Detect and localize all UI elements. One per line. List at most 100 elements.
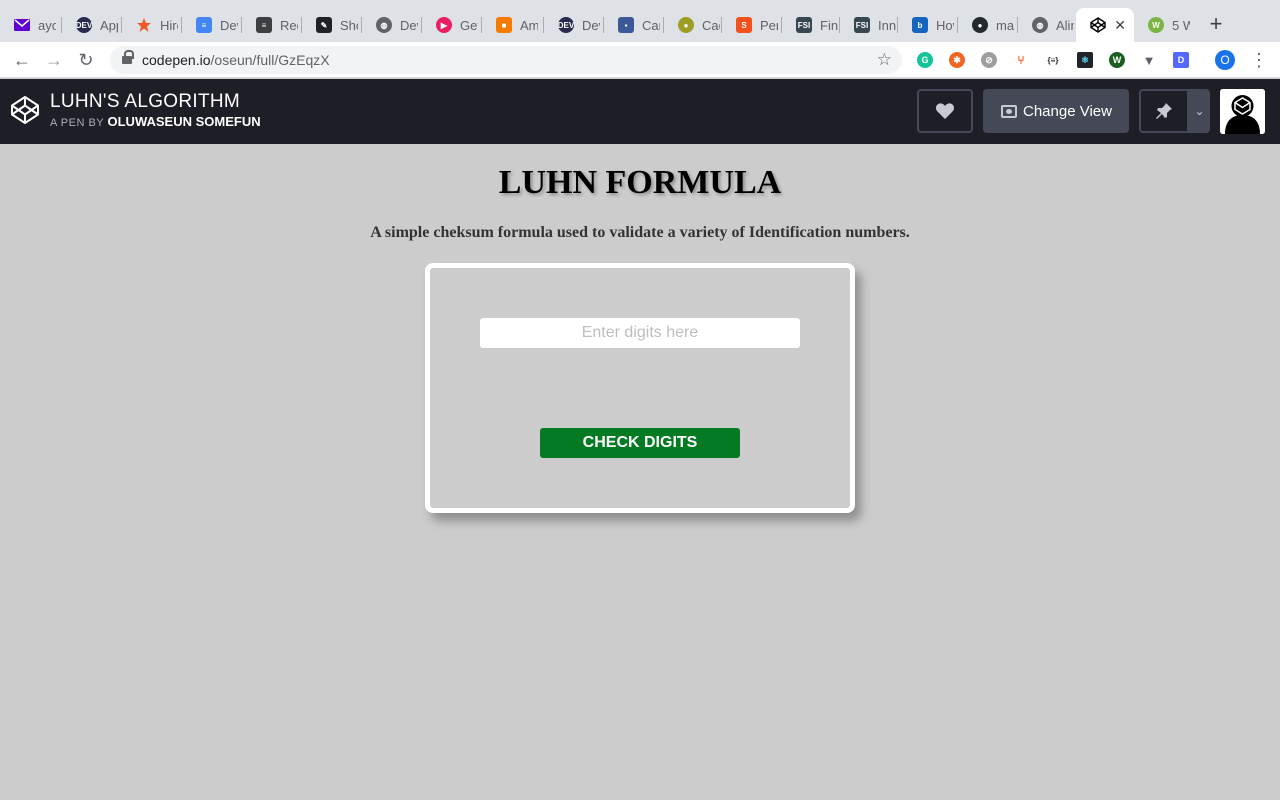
browser-menu-icon[interactable]: ⋮ [1250, 50, 1268, 70]
browser-tab[interactable]: ● Cac [664, 8, 722, 42]
browser-tab[interactable]: FSI Fin [782, 8, 840, 42]
browser-tab[interactable]: Hire [122, 8, 182, 42]
pin-button[interactable] [1139, 89, 1189, 133]
lock-icon [122, 50, 134, 66]
new-tab-button[interactable]: + [1206, 13, 1226, 35]
browser-tab[interactable]: ≡ Dev [182, 8, 242, 42]
tab-title: ma [996, 17, 1014, 33]
browser-tab[interactable]: ≡ Red [242, 8, 302, 42]
tab-title: Fin [820, 17, 838, 33]
heart-icon [935, 103, 955, 119]
tab-title: Hire [160, 17, 178, 33]
w-icon: W [1148, 17, 1164, 33]
browser-tab[interactable]: ✎ Sho [302, 8, 362, 42]
git-icon[interactable]: ⑂ [1013, 52, 1029, 68]
browser-tab-active[interactable]: ✕ [1076, 8, 1134, 42]
d-icon[interactable]: D [1173, 52, 1189, 68]
extension-orange-icon[interactable]: ✱ [949, 52, 965, 68]
browser-tab[interactable]: ▪ Car [604, 8, 664, 42]
compass-icon[interactable]: ⊘ [981, 52, 997, 68]
star-icon [136, 17, 152, 33]
pin-dropdown-chevron-icon[interactable]: ⌄ [1189, 89, 1210, 133]
mail-icon [14, 17, 30, 33]
browser-tab[interactable]: DEV App [62, 8, 122, 42]
tab-title: 5 W [1172, 17, 1190, 33]
tab-title: ayo [38, 17, 56, 33]
browser-tab[interactable]: DEV Dev [544, 8, 604, 42]
url-text[interactable]: codepen.io/oseun/full/GzEqzX [142, 52, 330, 68]
docs-icon: ≡ [196, 17, 212, 33]
b-icon: b [912, 17, 928, 33]
browser-tab[interactable]: b Hov [898, 8, 958, 42]
codepen-icon [1090, 17, 1106, 33]
browser-tab[interactable]: ◍ Dev [362, 8, 422, 42]
tab-title: Cac [702, 17, 720, 33]
browser-tab[interactable]: W 5 W [1134, 8, 1194, 42]
browser-tab[interactable]: ● ma [958, 8, 1018, 42]
forward-button[interactable]: → [44, 50, 64, 70]
codepen-header: LUHN'S ALGORITHM A PEN BY OLUWASEUN SOME… [0, 79, 1280, 144]
fsi-icon: FSI [854, 17, 870, 33]
tab-title: Dev [220, 17, 238, 33]
tab-title: Alin [1056, 17, 1074, 33]
tab-title: Per [760, 17, 778, 33]
page-title: LUHN FORMULA [498, 164, 782, 201]
tab-title: Get [460, 17, 478, 33]
pen-author-link[interactable]: OLUWASEUN SOMEFUN [108, 114, 261, 129]
pen-byline: A PEN BY OLUWASEUN SOMEFUN [50, 114, 261, 129]
pen-title: LUHN'S ALGORITHM [50, 91, 241, 112]
tab-title: Sho [340, 17, 358, 33]
browser-toolbar: ← → ↻ codepen.io/oseun/full/GzEqzX ☆ G ✱… [0, 42, 1280, 78]
fsi-icon: FSI [796, 17, 812, 33]
tab-title: Red [280, 17, 298, 33]
codepen-logo-icon[interactable] [10, 95, 40, 125]
edit-icon: ✎ [316, 17, 332, 33]
image-icon: ▪ [618, 17, 634, 33]
globe-icon: ◍ [1032, 17, 1048, 33]
tab-title: App [100, 17, 118, 33]
close-tab-icon[interactable]: ✕ [1114, 17, 1126, 33]
browser-tab[interactable]: ◍ Alin [1018, 8, 1076, 42]
food-icon: ● [678, 17, 694, 33]
cube-icon: ■ [496, 17, 512, 33]
tab-title: Inn [878, 17, 896, 33]
play-icon: ▶ [436, 17, 452, 33]
globe-icon: ◍ [376, 17, 392, 33]
grammarly-icon[interactable]: G [917, 52, 933, 68]
view-icon [1001, 104, 1017, 118]
page-description: A simple cheksum formula used to validat… [370, 224, 910, 241]
user-avatar[interactable] [1220, 89, 1265, 134]
wappalyzer-icon[interactable]: W [1109, 52, 1125, 68]
browser-tab[interactable]: ▶ Get [422, 8, 482, 42]
json-icon[interactable]: {≡} [1043, 52, 1063, 68]
dev-icon: DEV [76, 17, 92, 33]
tab-title: Hov [936, 17, 954, 33]
vue-icon[interactable]: ▼ [1141, 52, 1157, 68]
pin-icon [1156, 103, 1172, 119]
browser-tab-strip: ayo DEV App Hire ≡ Dev ≡ Red ✎ Sho ◍ Dev… [0, 0, 1280, 42]
browser-tab[interactable]: ■ Am [482, 8, 544, 42]
tab-title: Dev [582, 17, 600, 33]
profile-avatar[interactable]: O [1215, 50, 1235, 70]
browser-tab[interactable]: S Per [722, 8, 782, 42]
reader-icon: ≡ [256, 17, 272, 33]
dev-icon: DEV [558, 17, 574, 33]
love-button[interactable] [917, 89, 973, 133]
reload-button[interactable]: ↻ [76, 50, 96, 70]
browser-tab[interactable]: ayo [0, 8, 62, 42]
tab-title: Car [642, 17, 660, 33]
react-icon[interactable]: ⚛ [1077, 52, 1093, 68]
validator-card: CHECK DIGITS [425, 263, 855, 513]
bookmark-star-icon[interactable]: ☆ [877, 50, 892, 70]
tab-title: Dev [400, 17, 418, 33]
change-view-button[interactable]: Change View [983, 89, 1129, 133]
digits-input[interactable] [480, 318, 800, 348]
s-icon: S [736, 17, 752, 33]
back-button[interactable]: ← [12, 50, 32, 70]
address-bar[interactable]: codepen.io/oseun/full/GzEqzX ☆ [110, 46, 902, 74]
tab-title: Am [520, 17, 538, 33]
check-digits-button[interactable]: CHECK DIGITS [540, 428, 740, 458]
browser-tab[interactable]: FSI Inn [840, 8, 898, 42]
change-view-label: Change View [1023, 102, 1112, 120]
github-icon: ● [972, 17, 988, 33]
